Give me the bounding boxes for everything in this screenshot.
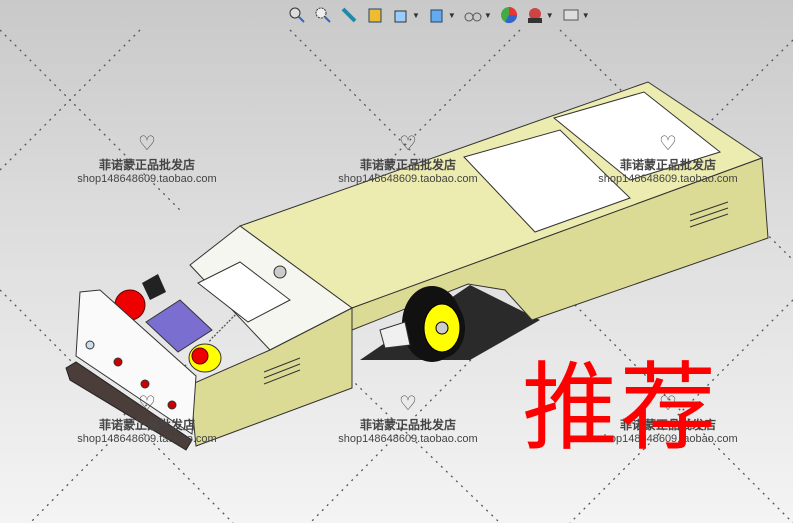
apply-scene-icon[interactable] (524, 4, 546, 26)
heart-icon: ♡ (399, 133, 417, 155)
previous-view-icon[interactable] (338, 4, 360, 26)
heads-up-view-toolbar: ▼ ▼ ▼ ▼ ▼ (286, 2, 592, 28)
heart-icon: ♡ (399, 393, 417, 415)
cad-viewport[interactable]: ▼ ▼ ▼ ▼ ▼ ♡ 菲诺蒙正品批发店 shop148648609.taobao.… (0, 0, 793, 523)
section-view-icon[interactable] (364, 4, 386, 26)
chevron-down-icon[interactable]: ▼ (546, 11, 554, 20)
display-style-icon[interactable] (426, 4, 448, 26)
edit-appearance-icon[interactable] (498, 4, 520, 26)
watermark: ♡ 菲诺蒙正品批发店 shop148648609.taobao.com (578, 134, 758, 185)
view-orientation-icon[interactable] (390, 4, 412, 26)
heart-icon: ♡ (138, 393, 156, 415)
watermark: ♡ 菲诺蒙正品批发店 shop148648609.taobao.com (57, 394, 237, 445)
digital-display (142, 274, 166, 300)
zoom-to-fit-icon[interactable] (286, 4, 308, 26)
hide-show-items-icon[interactable] (462, 4, 484, 26)
heart-icon: ♡ (659, 133, 677, 155)
zoom-to-area-icon[interactable] (312, 4, 334, 26)
chevron-down-icon[interactable]: ▼ (582, 11, 590, 20)
view-settings-icon[interactable] (560, 4, 582, 26)
emergency-stop-button (191, 347, 209, 365)
watermark: ♡ 菲诺蒙正品批发店 shop148648609.taobao.com (57, 134, 237, 185)
caster-bracket (379, 321, 411, 349)
watermark: ♡ 菲诺蒙正品批发店 shop148648609.taobao.com (318, 394, 498, 445)
key-switch (273, 265, 287, 279)
recommend-overlay-text: 推荐 (522, 352, 718, 464)
heart-icon: ♡ (138, 133, 156, 155)
watermark: ♡ 菲诺蒙正品批发店 shop148648609.taobao.com (318, 134, 498, 185)
chevron-down-icon[interactable]: ▼ (448, 11, 456, 20)
chevron-down-icon[interactable]: ▼ (412, 11, 420, 20)
chevron-down-icon[interactable]: ▼ (484, 11, 492, 20)
